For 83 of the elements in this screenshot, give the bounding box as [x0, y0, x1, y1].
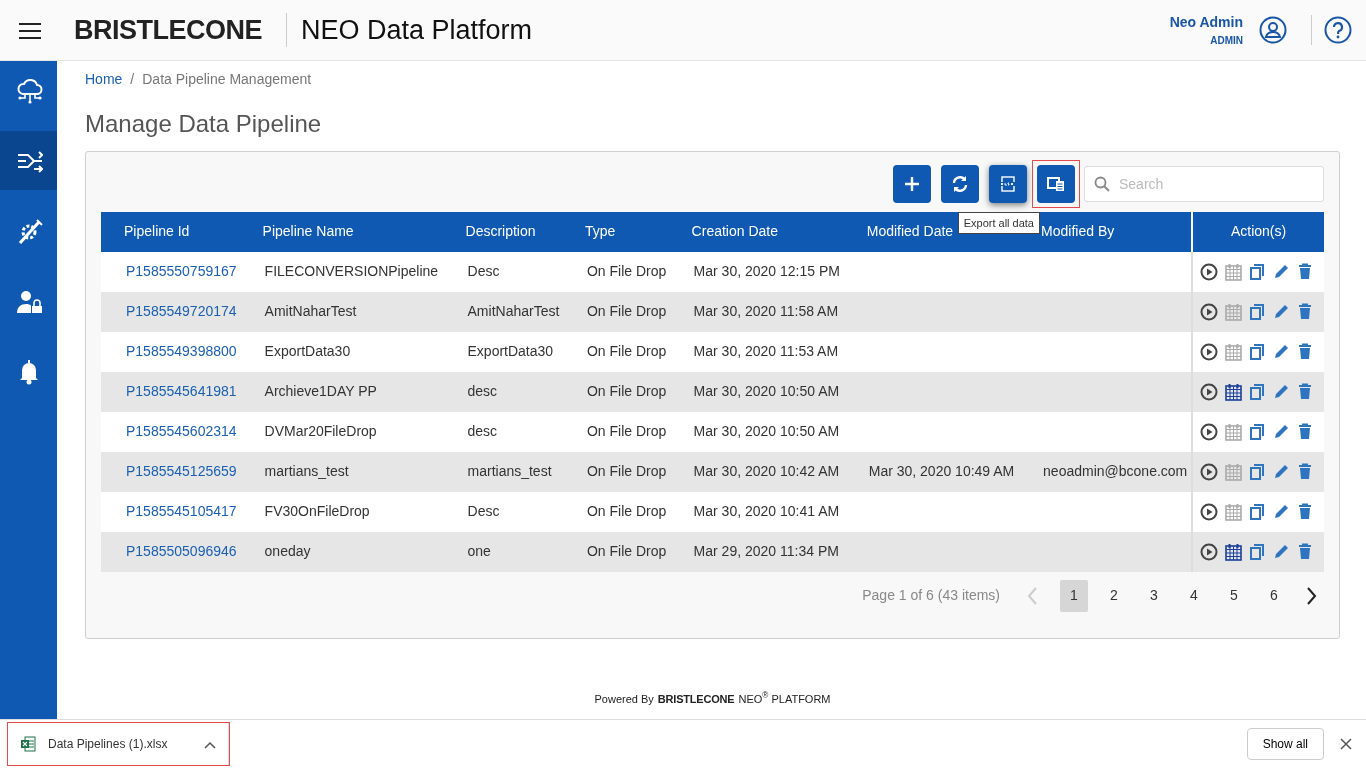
pipeline-id-link[interactable]: P1585549720174 [126, 303, 237, 320]
download-item[interactable]: Data Pipelines (1).xlsx [8, 723, 229, 765]
spreadsheet-file-icon [999, 174, 1017, 193]
table-cell: On File Drop [586, 503, 667, 520]
pipeline-id-link[interactable]: P1585549398800 [126, 343, 237, 360]
table-cell: On File Drop [586, 263, 667, 280]
breadcrumb-separator: / [130, 71, 135, 87]
table-cell: desc [467, 383, 498, 400]
powered-by-text: Powered By [594, 692, 654, 705]
help-icon[interactable] [1324, 16, 1352, 44]
table-cell: Desc [467, 263, 500, 280]
footer-logo: BRISTLECONE [657, 692, 735, 705]
table-cell: Mar 30, 2020 10:41 AM [693, 503, 840, 520]
column-header: Creation Date [668, 211, 844, 252]
table-cell: martians_test [467, 463, 552, 480]
document-stack-icon [1047, 174, 1065, 193]
spreadsheet-file-button[interactable] [989, 164, 1027, 203]
page-number[interactable]: 6 [1260, 579, 1288, 612]
table-cell: AmitNaharTest [467, 303, 560, 320]
caret-icon [204, 740, 216, 749]
table-cell: oneday [264, 543, 311, 560]
table-cell: ExportData30 [467, 343, 554, 360]
table-cell: Mar 30, 2020 10:42 AM [693, 463, 840, 480]
add-icon [903, 174, 921, 193]
table-cell: On File Drop [586, 423, 667, 440]
pipeline-id-link[interactable]: P1585545641981 [126, 383, 237, 400]
search-icon [1094, 175, 1110, 192]
table-cell: Mar 30, 2020 10:49 AM [868, 463, 1015, 480]
page-number[interactable]: 2 [1100, 579, 1128, 612]
app-title: NEO Data Platform [286, 13, 533, 47]
user-role: ADMIN [1209, 34, 1243, 48]
table-cell: Archieve1DAY PP [264, 383, 377, 400]
table-cell: martians_test [264, 463, 349, 480]
brand-logo: BRISTLECONE [73, 13, 262, 47]
table-cell: FV30OnFileDrop [264, 503, 370, 520]
table-cell: Mar 30, 2020 10:50 AM [693, 383, 840, 400]
table-cell: On File Drop [586, 543, 667, 560]
pipeline-id-link[interactable]: P1585545105417 [126, 503, 237, 520]
pipeline-id-link[interactable]: P1585505096946 [126, 543, 237, 560]
table-cell: AmitNaharTest [264, 303, 357, 320]
table-cell: Desc [467, 503, 500, 520]
column-header: Pipeline Name [239, 211, 443, 252]
table-cell: On File Drop [586, 463, 667, 480]
spreadsheet-file-icon [20, 736, 36, 752]
pipeline-id-link[interactable]: P1585550759167 [126, 263, 237, 280]
user-name: Neo Admin [1169, 13, 1243, 32]
column-header: Description [442, 211, 562, 252]
table-cell: Mar 30, 2020 10:50 AM [693, 423, 840, 440]
table-cell: one [467, 543, 491, 560]
search-field[interactable]: Search [1084, 165, 1324, 202]
refresh-icon [951, 174, 969, 193]
breadcrumb-current: Data Pipeline Management [142, 71, 312, 87]
pipeline-nav-item[interactable] [0, 131, 57, 190]
column-header: Type [561, 211, 669, 252]
table-cell: neoadmin@bcone.com [1043, 463, 1188, 480]
refresh-button[interactable] [941, 164, 979, 203]
table-cell: Mar 30, 2020 12:15 PM [693, 263, 840, 280]
show-all-button[interactable]: Show all [1246, 728, 1324, 760]
table-cell: DVMar20FileDrop [264, 423, 377, 440]
pipeline-id-link[interactable]: P1585545602314 [126, 423, 237, 440]
pipeline-id-link[interactable]: P1585545125659 [126, 463, 237, 480]
page-number[interactable]: 5 [1220, 579, 1248, 612]
table-cell: desc [467, 423, 498, 440]
user-icon[interactable] [1259, 16, 1287, 44]
column-header: Action(s) [1192, 211, 1324, 252]
page-summary: Page 1 of 6 (43 items) [862, 586, 1000, 606]
page-number[interactable]: 3 [1140, 579, 1168, 612]
table-cell: On File Drop [586, 303, 667, 320]
breadcrumb-link[interactable]: Home [85, 71, 123, 87]
page-number[interactable]: 1 [1060, 579, 1088, 612]
table-cell: On File Drop [586, 383, 667, 400]
add-button[interactable] [893, 164, 931, 203]
table-cell: FILECONVERSIONPipeline [264, 263, 439, 280]
table-cell: Mar 30, 2020 11:58 AM [693, 303, 839, 320]
table-cell: Mar 30, 2020 11:53 AM [693, 343, 839, 360]
page-title: Manage Data Pipeline [85, 110, 323, 139]
table-cell: On File Drop [586, 343, 667, 360]
column-header: Pipeline Id [101, 211, 240, 252]
platform-text: NEO$^{®}$ PLATFORM [738, 692, 831, 705]
tooltip: Export all data [957, 211, 1040, 235]
page-number[interactable]: 4 [1180, 579, 1208, 612]
table-cell: ExportData30 [264, 343, 351, 360]
table-cell: Mar 29, 2020 11:34 PM [693, 543, 839, 560]
